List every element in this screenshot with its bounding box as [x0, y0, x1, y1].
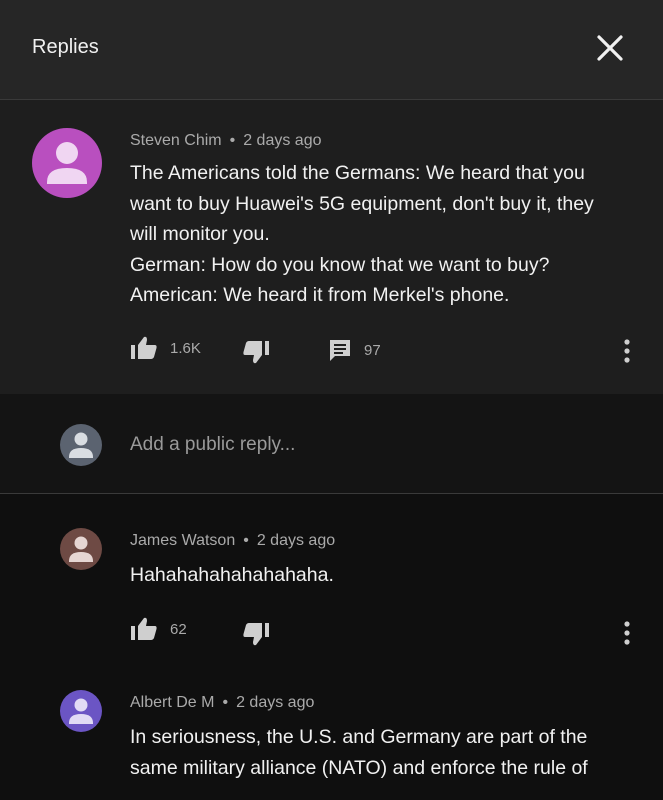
avatar	[60, 424, 102, 466]
comment-text: The Americans told the Germans: We heard…	[130, 158, 635, 311]
thumbs-up-icon	[131, 617, 157, 640]
comment-line: German: How do you know that we want to …	[130, 253, 550, 276]
replies-list: James Watson • 2 days ago Hahahahahahahaha…	[0, 494, 663, 800]
avatar-user-icon	[32, 128, 102, 198]
thumbs-down-icon	[243, 623, 269, 646]
close-icon	[597, 35, 623, 61]
comment-meta: James Watson • 2 days ago	[130, 532, 335, 550]
replies-header: Replies	[0, 0, 663, 100]
avatar[interactable]	[60, 528, 102, 570]
reply-input[interactable]	[130, 430, 610, 460]
comment-icon	[330, 340, 350, 361]
meta-separator: •	[243, 532, 249, 549]
reply-bar	[0, 394, 663, 494]
meta-separator: •	[229, 132, 236, 149]
avatar-user-icon	[60, 528, 102, 570]
comment-meta: Steven Chim • 2 days ago	[130, 132, 321, 150]
comment-time: 2 days ago	[256, 532, 336, 549]
main-comment: Steven Chim • 2 days ago The Americans tol…	[0, 100, 663, 394]
comment-line: The Americans told the Germans: We heard…	[130, 162, 585, 184]
like-button[interactable]: 62	[130, 617, 187, 641]
comment-author[interactable]: Steven Chim	[130, 132, 222, 149]
comment-time: 2 days ago	[236, 694, 315, 711]
more-vertical-icon	[624, 339, 630, 363]
view-replies-button[interactable]: 97	[328, 338, 381, 362]
comment-line: American: We heard it from Merkel's phon…	[130, 284, 510, 306]
avatar-user-icon	[60, 424, 102, 466]
comment-text: In seriousness, the U.S. and Germany are…	[130, 722, 635, 783]
thumbs-down-icon	[243, 341, 269, 364]
comment-time: 2 days ago	[243, 132, 322, 149]
thumbs-up-icon	[131, 336, 157, 359]
comment-line: want to buy Huawei's 5G equipment, don't…	[130, 192, 594, 215]
comment-line: will monitor you.	[130, 223, 270, 245]
avatar[interactable]	[32, 128, 102, 198]
like-count: 1.6K	[170, 339, 201, 357]
comment-menu-button[interactable]	[620, 619, 634, 647]
comment-line: In seriousness, the U.S. and Germany are…	[130, 726, 588, 748]
reply-count: 97	[364, 341, 381, 359]
replies-title: Replies	[32, 36, 99, 58]
comment-line: Hahahahahahahahaha.	[130, 564, 334, 586]
dislike-button[interactable]	[242, 622, 270, 646]
avatar-user-icon	[60, 690, 102, 732]
like-count: 62	[170, 620, 187, 638]
like-button[interactable]: 1.6K	[130, 336, 201, 360]
dislike-button[interactable]	[242, 340, 270, 364]
meta-separator: •	[222, 694, 229, 711]
comment-menu-button[interactable]	[620, 337, 634, 365]
more-vertical-icon	[624, 621, 630, 645]
comment-text: Hahahahahahahahaha.	[130, 560, 635, 591]
comment-meta: Albert De M • 2 days ago	[130, 694, 314, 712]
comment-author[interactable]: Albert De M	[130, 694, 214, 711]
comment-author[interactable]: James Watson	[130, 532, 235, 549]
avatar[interactable]	[60, 690, 102, 732]
close-button[interactable]	[592, 30, 628, 66]
comment-line: same military alliance (NATO) and enforc…	[130, 756, 588, 779]
